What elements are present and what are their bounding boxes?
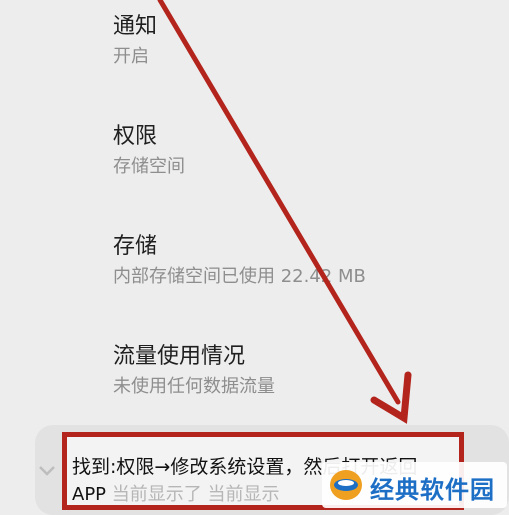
instruction-text-line2: APP 当前显示了 当前显示	[72, 480, 279, 506]
chevron-down-icon[interactable]	[38, 465, 56, 477]
settings-item-notification[interactable]: 通知 开启	[0, 0, 509, 96]
data-usage-title: 流量使用情况	[113, 344, 246, 369]
data-usage-summary: 未使用任何数据流量	[113, 376, 275, 397]
storage-title: 存储	[113, 234, 158, 259]
faded-hint-text: 当前显示了 当前显示	[106, 484, 280, 505]
watermark: 经典软件园	[322, 462, 507, 508]
watermark-text: 经典软件园	[370, 476, 495, 504]
settings-item-data-usage[interactable]: 流量使用情况 未使用任何数据流量	[0, 330, 509, 426]
watermark-logo-icon	[330, 470, 362, 500]
notification-status: 开启	[113, 46, 149, 67]
permissions-summary: 存储空间	[113, 156, 185, 177]
settings-item-storage[interactable]: 存储 内部存储空间已使用 22.42 MB	[0, 220, 509, 316]
permissions-title: 权限	[113, 124, 158, 149]
instruction-app-label: APP	[72, 484, 107, 505]
settings-item-permissions[interactable]: 权限 存储空间	[0, 110, 509, 206]
notification-title: 通知	[113, 14, 158, 39]
storage-summary: 内部存储空间已使用 22.42 MB	[113, 266, 366, 287]
